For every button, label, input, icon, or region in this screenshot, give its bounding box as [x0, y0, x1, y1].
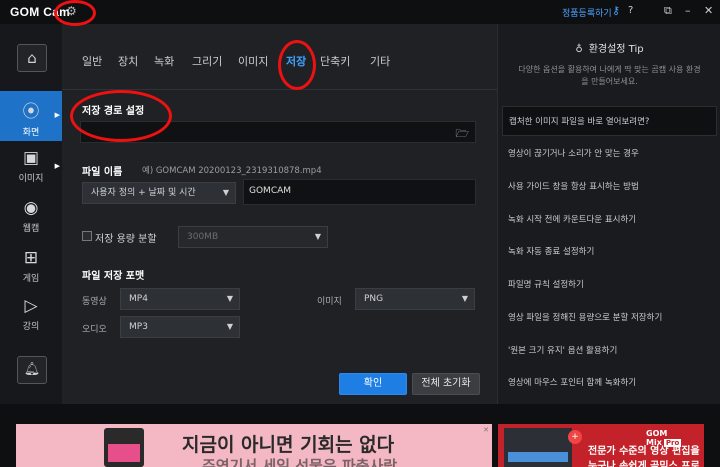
bell-icon[interactable]: 🔔︎ — [17, 356, 47, 384]
sidebar-item-label: 이미지 — [18, 174, 44, 184]
tab-etc[interactable]: 기타 — [370, 53, 390, 69]
capacity-value: 300MB — [187, 232, 219, 242]
tip-item[interactable]: 녹화 시작 전에 카운트다운 표시하기 — [508, 205, 711, 235]
sidebar-item-image[interactable]: ▣ 이미지 ▶ — [0, 142, 62, 192]
tips-description: 다양한 옵션을 활용하여 나에게 딱 맞는 곰캠 사용 환경을 만들어보세요. — [518, 65, 701, 86]
minimize-icon[interactable]: – — [685, 4, 691, 17]
promo-app-icon — [104, 428, 144, 467]
submenu-arrow-icon: ▶ — [54, 111, 60, 119]
annotation-circle — [54, 0, 96, 26]
filename-prefix-value: GOMCAM — [249, 186, 292, 196]
annotation-circle — [70, 90, 172, 142]
sidebar-item-label: 웹캠 — [22, 224, 40, 234]
tips-title: 환경설정 Tip — [588, 44, 644, 55]
tip-item[interactable]: 사용 가이드 창을 항상 표시하는 방법 — [508, 172, 711, 202]
folder-open-icon[interactable]: 🗁 — [455, 125, 469, 144]
ad-close-icon[interactable]: ✕ — [483, 426, 489, 434]
image-format-select[interactable]: PNG ▼ — [355, 288, 475, 310]
tip-item[interactable]: 녹화 자동 종료 설정하기 — [508, 237, 711, 267]
sidebar-item-label: 강의 — [22, 322, 40, 332]
gom-mix-banner[interactable]: + GOM Mix Pro 전문가 수준의 영상 편집을 누구나 손쉽게 곰믹스 … — [498, 424, 704, 467]
settings-panel: 일반 장치 녹화 그리기 이미지 저장 단축키 기타 저장 경로 설정 🗁 파일… — [62, 24, 497, 404]
file-format-title: 파일 저장 포맷 — [82, 271, 145, 282]
tab-general[interactable]: 일반 — [82, 53, 102, 69]
video-format-select[interactable]: MP4 ▼ — [120, 288, 240, 310]
tab-draw[interactable]: 그리기 — [192, 53, 222, 69]
capacity-split-checkbox[interactable] — [82, 231, 92, 241]
gom-mix-copy-2: 누구나 손쉽게 곰믹스 프로 — [588, 461, 700, 467]
promo-banner[interactable]: 지금이 아니면 기회는 없다 주연기서 세일 선물은 파충사랑 ✕ — [16, 424, 492, 467]
chevron-down-icon: ▼ — [461, 294, 468, 303]
audio-format-label: 오디오 — [82, 325, 107, 335]
tip-item[interactable]: 영상에 마우스 포인터 함께 녹화하기 — [508, 368, 711, 398]
chevron-down-icon: ▼ — [222, 188, 229, 197]
register-link[interactable]: 정품등록하기 — [562, 6, 612, 19]
submenu-arrow-icon: ▶ — [54, 162, 60, 170]
promo-headline: 지금이 아니면 기회는 없다 — [182, 434, 395, 456]
webcam-icon: ◉ — [23, 198, 39, 218]
filename-prefix-input[interactable]: GOMCAM — [243, 179, 476, 205]
image-format-label: 이미지 — [317, 297, 342, 307]
lecture-icon: ▷ — [24, 296, 38, 316]
sidebar-item-label: 게임 — [22, 274, 40, 284]
sidebar-item-webcam[interactable]: ◉ 웹캠 — [0, 192, 62, 242]
sidebar-item-game[interactable]: ⊞ 게임 — [0, 242, 62, 292]
gom-mix-copy-1: 전문가 수준의 영상 편집을 — [588, 446, 700, 457]
mini-mode-icon[interactable]: ⧉ — [664, 4, 672, 18]
filename-example: 예) GOMCAM 20200123_2319310878.mp4 — [142, 166, 322, 176]
chevron-down-icon: ▼ — [226, 322, 233, 331]
gamepad-icon: ⊞ — [23, 248, 39, 268]
filename-mode-value: 사용자 정의 + 날짜 및 시간 — [91, 188, 196, 198]
screen-record-icon: ⦿ — [22, 102, 40, 122]
audio-format-select[interactable]: MP3 ▼ — [120, 316, 240, 338]
tip-item[interactable]: 파일명 규칙 설정하기 — [508, 270, 711, 300]
close-icon[interactable]: ✕ — [704, 4, 713, 17]
filename-title: 파일 이름 — [82, 167, 123, 178]
tips-header: ♁ 환경설정 Tip — [498, 40, 720, 55]
video-format-value: MP4 — [129, 294, 148, 304]
sidebar-item-label: 화면 — [22, 128, 40, 138]
image-icon: ▣ — [22, 148, 40, 168]
ok-button[interactable]: 확인 — [339, 373, 407, 395]
capacity-split-label: 저장 용량 분할 — [95, 234, 157, 245]
audio-format-value: MP3 — [129, 322, 148, 332]
key-icon[interactable]: ⚷ — [612, 4, 620, 17]
reset-all-button[interactable]: 전체 초기화 — [412, 373, 480, 395]
editor-screenshot-image — [504, 428, 572, 467]
ad-area: 지금이 아니면 기회는 없다 주연기서 세일 선물은 파충사랑 ✕ + GOM … — [0, 404, 720, 467]
home-icon[interactable]: ⌂ — [17, 44, 47, 72]
tab-record[interactable]: 녹화 — [154, 53, 174, 69]
image-format-value: PNG — [364, 294, 384, 304]
tip-item[interactable]: 캡처한 이미지 파일을 바로 열어보려면? — [502, 106, 717, 136]
sidebar-item-screen[interactable]: ⦿ 화면 ▶ — [0, 91, 62, 141]
tip-item[interactable]: '원본 크기 유지' 옵션 활용하기 — [508, 336, 711, 366]
chevron-down-icon: ▼ — [226, 294, 233, 303]
tips-panel: ♁ 환경설정 Tip 다양한 옵션을 활용하여 나에게 딱 맞는 곰캠 사용 환경… — [497, 24, 720, 404]
promo-subline: 주연기서 세일 선물은 파충사랑 — [202, 457, 398, 467]
lightbulb-icon: ♁ — [575, 44, 583, 55]
tip-item[interactable]: 영상이 끊기거나 소리가 안 맞는 경우 — [508, 139, 711, 169]
chevron-down-icon: ▼ — [314, 232, 321, 241]
tip-item[interactable]: 영상 파일을 정해진 용량으로 분할 저장하기 — [508, 303, 711, 333]
filename-mode-select[interactable]: 사용자 정의 + 날짜 및 시간 ▼ — [82, 182, 236, 204]
plus-badge-icon: + — [568, 430, 582, 444]
tab-image[interactable]: 이미지 — [238, 53, 268, 69]
sidebar: ⌂ ⦿ 화면 ▶ ▣ 이미지 ▶ ◉ 웹캠 ⊞ 게임 ▷ 강의 🔔︎ — [0, 24, 62, 404]
tab-device[interactable]: 장치 — [118, 53, 138, 69]
video-format-label: 동영상 — [82, 297, 107, 307]
sidebar-item-lecture[interactable]: ▷ 강의 — [0, 290, 62, 340]
help-icon[interactable]: ? — [628, 5, 633, 16]
capacity-select[interactable]: 300MB ▼ — [178, 226, 328, 248]
tab-shortcut[interactable]: 단축키 — [320, 53, 350, 69]
title-bar: GOM Cam ⚙ 정품등록하기 ⚷ ? ⧉ – ✕ — [0, 0, 720, 24]
annotation-circle — [278, 40, 316, 90]
